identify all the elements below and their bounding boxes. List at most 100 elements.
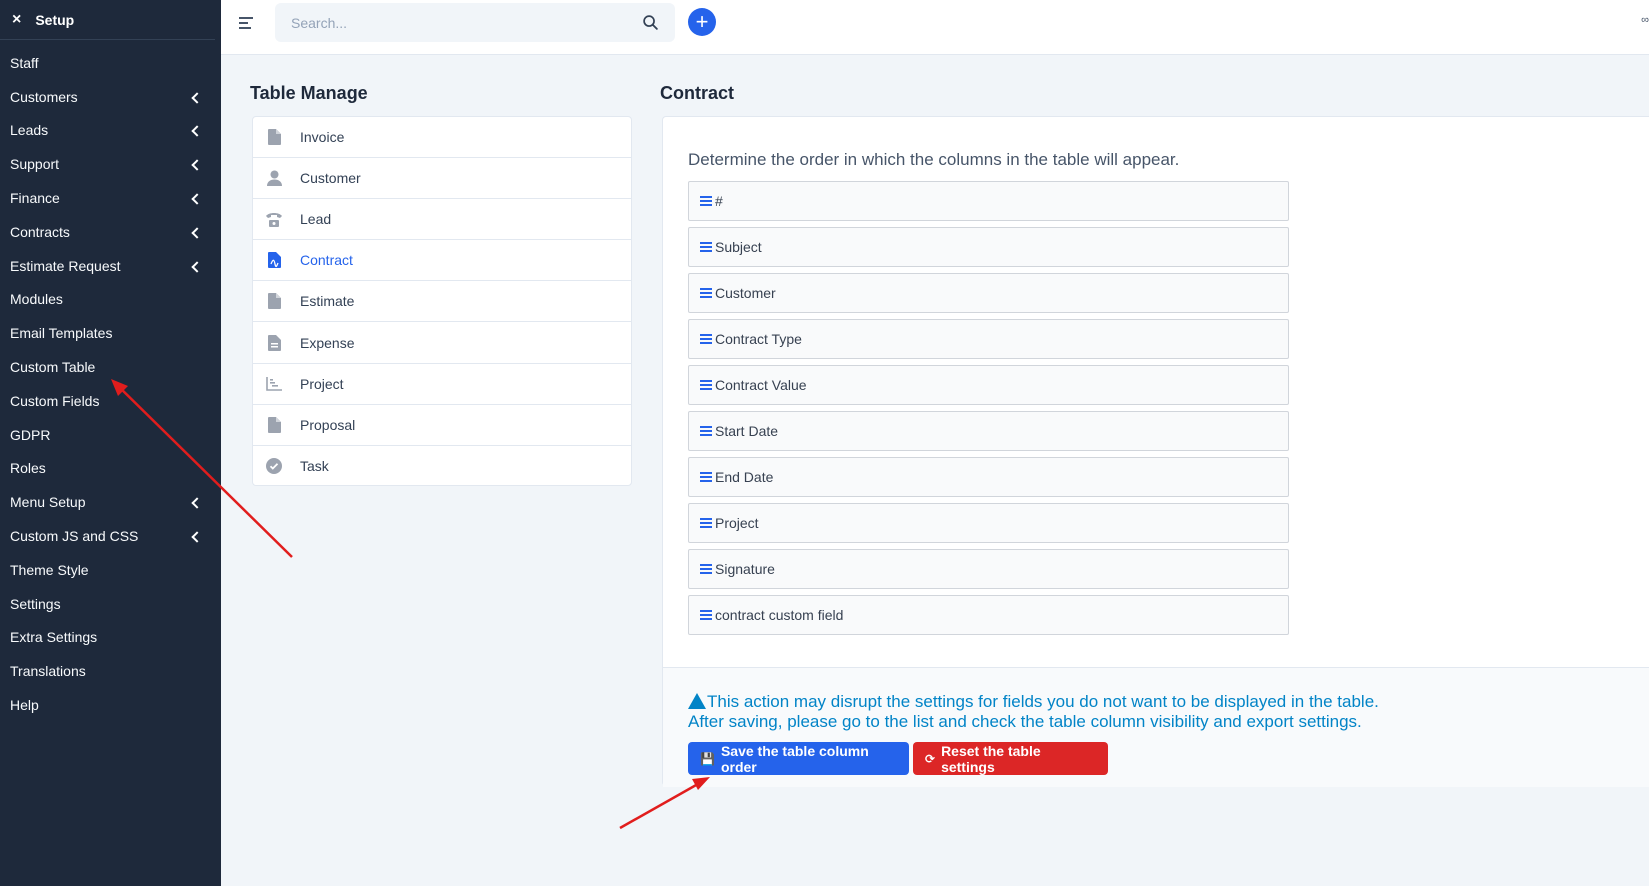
sidebar-item-help[interactable]: Help [0, 688, 221, 722]
sidebar-item-modules[interactable]: Modules [0, 283, 221, 317]
file-icon [266, 129, 282, 146]
phone-icon [266, 211, 282, 227]
sidebar-item-theme-style[interactable]: Theme Style [0, 553, 221, 587]
sidebar-item-customers[interactable]: Customers [0, 80, 221, 114]
table-manage-item-contract[interactable]: Contract [253, 240, 631, 282]
column-order-item-project[interactable]: Project [688, 503, 1289, 543]
chevron-left-icon [191, 159, 203, 171]
save-column-order-label: Save the table column order [720, 742, 869, 775]
contract-panel-footer: This action may disrupt the settings for… [663, 667, 1649, 787]
column-order-item-start-date[interactable]: Start Date [688, 411, 1289, 451]
sidebar-item-roles[interactable]: Roles [0, 452, 221, 486]
sidebar-item-custom-table[interactable]: Custom Table [0, 350, 221, 384]
sidebar-title: Setup [35, 11, 75, 28]
column-order-item-contract-type[interactable]: Contract Type [688, 319, 1289, 359]
warning-icon [688, 693, 706, 709]
column-order-item-signature[interactable]: Signature [688, 549, 1289, 589]
table-manage-item-estimate[interactable]: Estimate [253, 281, 631, 323]
drag-handle-icon[interactable] [700, 470, 712, 484]
reset-table-settings-button[interactable]: ⟳ Reset the table settings [913, 742, 1108, 775]
warning-message: This action may disrupt the settings for… [688, 691, 1379, 732]
sidebar-item-estimate-request[interactable]: Estimate Request [0, 249, 221, 283]
column-order-list: # Subject Customer Contract Type Contract Va… [688, 181, 1289, 641]
drag-handle-icon[interactable] [700, 424, 712, 438]
sidebar-item-label: Roles [10, 460, 46, 477]
share-icon[interactable]: ∞ [1641, 14, 1649, 26]
sidebar-item-label: Modules [10, 291, 63, 308]
table-manage-item-expense[interactable]: Expense [253, 322, 631, 364]
save-column-order-button[interactable]: 💾 Save the table column order [688, 742, 909, 775]
drag-handle-icon[interactable] [700, 286, 712, 300]
chevron-left-icon [191, 125, 203, 138]
column-order-item-end-date[interactable]: End Date [688, 457, 1289, 497]
sidebar-item-label: Help [10, 697, 39, 714]
column-order-item-hash[interactable]: # [688, 181, 1289, 221]
column-order-item-subject[interactable]: Subject [688, 227, 1289, 267]
close-icon[interactable]: × [12, 11, 21, 29]
table-manage-item-label: Customer [300, 170, 361, 187]
table-manage-title: Table Manage [250, 83, 368, 103]
drag-handle-icon[interactable] [700, 562, 712, 576]
column-order-item-label: Start Date [715, 423, 779, 439]
drag-handle-icon[interactable] [700, 516, 712, 530]
table-manage-item-proposal[interactable]: Proposal [253, 405, 631, 446]
table-manage-item-customer[interactable]: Customer [253, 158, 631, 200]
column-order-item-customer[interactable]: Customer [688, 273, 1289, 313]
sidebar-item-email-templates[interactable]: Email Templates [0, 316, 221, 350]
sidebar-item-label: Theme Style [10, 561, 89, 578]
chevron-left-icon [191, 261, 203, 273]
table-manage-item-project[interactable]: Project [253, 364, 631, 405]
chevron-left-icon [191, 227, 203, 239]
sidebar-item-staff[interactable]: Staff [0, 46, 221, 80]
sidebar-item-custom-fields[interactable]: Custom Fields [0, 384, 221, 418]
sidebar-header: × Setup [0, 0, 215, 40]
sidebar-item-label: Leads [10, 122, 49, 139]
sidebar-item-support[interactable]: Support [0, 147, 221, 181]
contract-title: Contract [660, 83, 735, 103]
column-order-item-label: Signature [715, 561, 775, 577]
table-manage-item-invoice[interactable]: Invoice [253, 117, 631, 159]
table-manage-list: Invoice Customer Lead Contract Estimate Expen… [252, 116, 632, 486]
chart-icon [266, 376, 282, 392]
sidebar-item-label: Email Templates [10, 325, 113, 342]
search-icon[interactable] [642, 14, 659, 31]
sidebar-item-gdpr[interactable]: GDPR [0, 418, 221, 452]
annotation-arrow-save-button [619, 778, 706, 830]
search-input[interactable]: Search... [275, 3, 675, 42]
sidebar-item-settings[interactable]: Settings [0, 587, 221, 621]
column-order-item-contract-custom-field[interactable]: contract custom field [688, 595, 1289, 635]
column-order-item-label: End Date [715, 469, 774, 485]
drag-handle-icon[interactable] [700, 332, 712, 346]
table-manage-item-label: Estimate [300, 293, 355, 310]
drag-handle-icon[interactable] [700, 240, 712, 254]
sidebar-item-label: Custom JS and CSS [10, 528, 139, 545]
chevron-left-icon [191, 531, 203, 543]
sidebar-item-leads[interactable]: Leads [0, 114, 221, 148]
drag-handle-icon[interactable] [700, 194, 712, 208]
column-order-item-label: contract custom field [715, 607, 844, 623]
column-order-item-label: Project [715, 515, 759, 531]
sidebar-item-finance[interactable]: Finance [0, 181, 221, 215]
table-manage-item-label: Invoice [300, 129, 345, 146]
add-button[interactable]: + [688, 8, 716, 36]
contract-panel: Determine the order in which the columns… [662, 116, 1649, 787]
sidebar: × Setup Staff Customers Leads Support Financ… [0, 0, 221, 886]
drag-handle-icon[interactable] [700, 608, 712, 622]
sidebar-item-label: Custom Table [10, 359, 96, 376]
table-manage-item-task[interactable]: Task [253, 446, 631, 487]
refresh-icon: ⟳ [925, 751, 936, 766]
sidebar-item-menu-setup[interactable]: Menu Setup [0, 485, 221, 519]
column-order-item-label: # [715, 193, 723, 209]
sidebar-item-custom-js-and-css[interactable]: Custom JS and CSS [0, 519, 221, 553]
column-order-item-label: Customer [715, 285, 776, 301]
table-manage-item-lead[interactable]: Lead [253, 199, 631, 241]
sidebar-item-label: Estimate Request [10, 257, 121, 274]
sidebar-item-translations[interactable]: Translations [0, 654, 221, 688]
drag-handle-icon[interactable] [700, 378, 712, 392]
hamburger-menu-icon[interactable] [239, 17, 253, 32]
sidebar-item-contracts[interactable]: Contracts [0, 215, 221, 249]
column-order-item-contract-value[interactable]: Contract Value [688, 365, 1289, 405]
user-icon [266, 170, 282, 187]
search-placeholder: Search... [291, 14, 348, 31]
sidebar-item-extra-settings[interactable]: Extra Settings [0, 621, 221, 655]
